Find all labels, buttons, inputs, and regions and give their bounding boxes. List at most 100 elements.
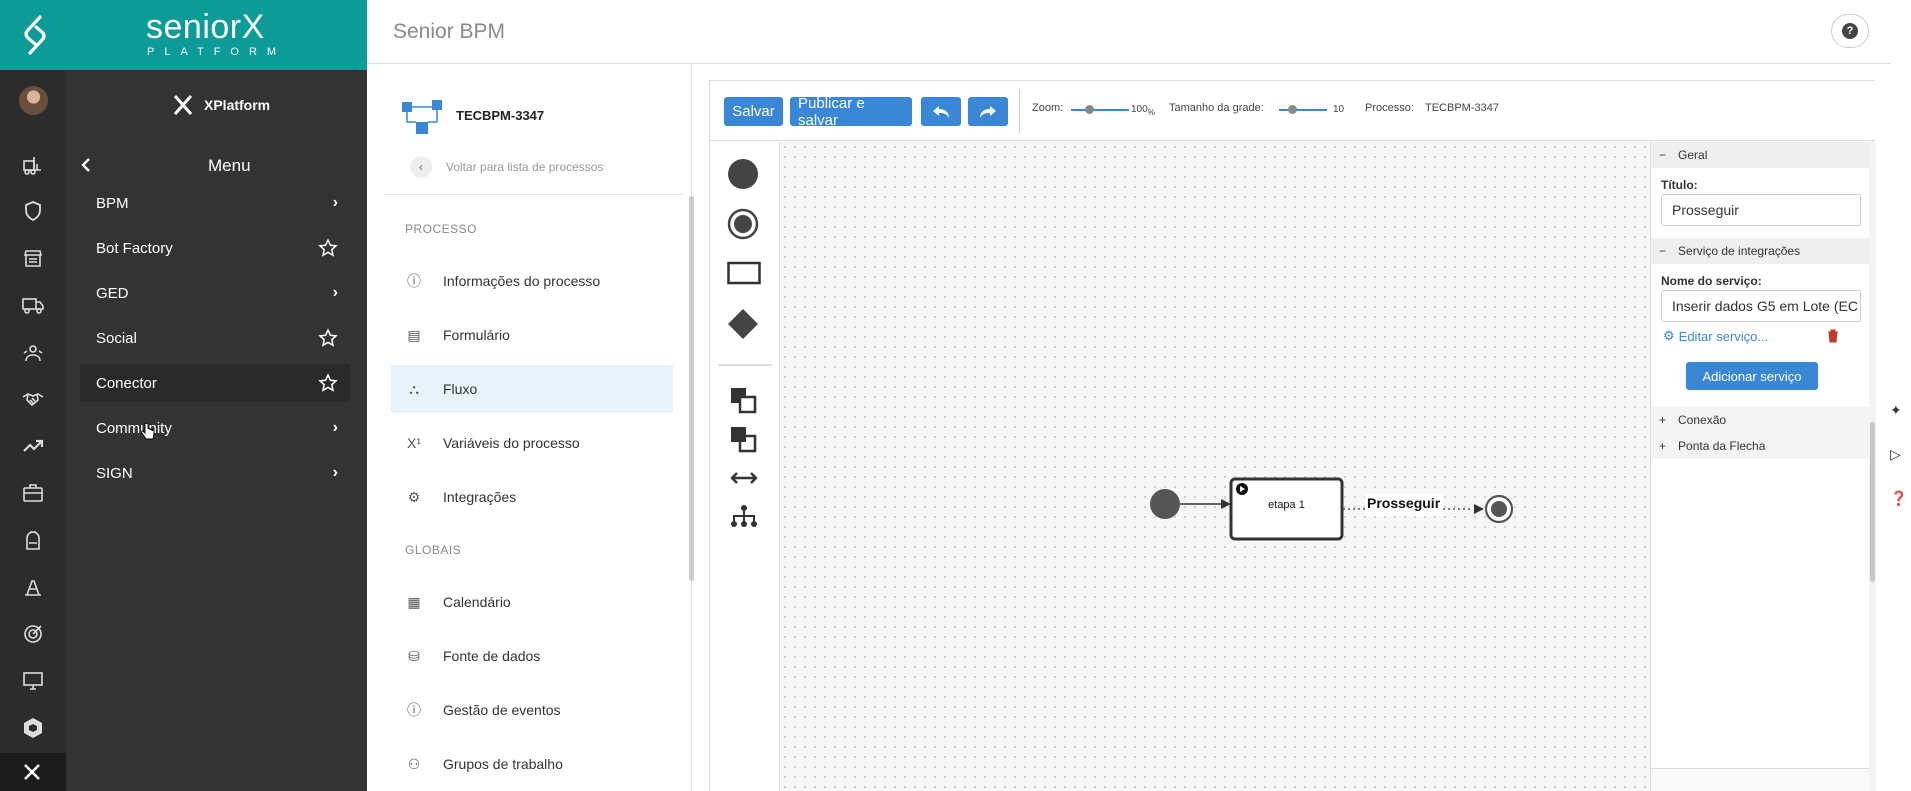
menu-item-community[interactable]: Community › — [80, 409, 350, 447]
senior-swirl-icon — [24, 15, 46, 55]
nav-item-formulario[interactable]: ▤ Formulário — [391, 311, 673, 359]
add-service-button[interactable]: Adicionar serviço — [1686, 362, 1818, 390]
trending-up-icon[interactable] — [20, 433, 46, 459]
hand-cursor-icon — [141, 422, 155, 440]
section-label: Serviço de integrações — [1678, 244, 1801, 258]
nav-item-integracoes[interactable]: ⚙ Integrações — [391, 473, 673, 521]
divider — [383, 194, 683, 195]
save-button[interactable]: Salvar — [724, 97, 783, 126]
menu-item-label: Social — [96, 329, 137, 347]
nav-item-fonte-dados[interactable]: ⛁ Fonte de dados — [391, 632, 673, 680]
end-event-icon[interactable] — [727, 208, 759, 240]
gears-icon: ⚙ — [407, 488, 421, 505]
hierarchy-icon[interactable] — [730, 504, 758, 528]
edit-service-link[interactable]: ⚙ Editar serviço... — [1663, 328, 1768, 344]
properties-scrollbar[interactable] — [1869, 142, 1876, 791]
sparkle-icon[interactable]: ✦ — [1890, 402, 1902, 419]
forklift-icon[interactable] — [20, 152, 46, 178]
process-id: TECBPM-3347 — [456, 108, 545, 123]
star-icon[interactable] — [318, 328, 338, 348]
trash-icon[interactable] — [1827, 329, 1839, 343]
menu-item-ged[interactable]: GED › — [80, 274, 350, 312]
title-input[interactable]: Prosseguir — [1661, 194, 1861, 226]
grid-size-knob[interactable] — [1288, 105, 1297, 114]
section-ponta-flecha[interactable]: + Ponta da Flecha — [1651, 433, 1869, 459]
flow-icon: ⛬ — [409, 380, 419, 397]
avatar[interactable] — [19, 86, 48, 115]
truck-icon[interactable] — [20, 292, 46, 318]
nav-item-calendario[interactable]: ▦ Calendário — [391, 578, 673, 626]
briefcase-icon[interactable] — [20, 480, 46, 506]
section-integration-service[interactable]: − Serviço de integrações — [1651, 238, 1869, 264]
brand-header: seniorX PLATFORM — [0, 0, 367, 70]
arrowhead — [1474, 504, 1484, 514]
section-geral[interactable]: − Geral — [1651, 142, 1869, 168]
info-icon: ⓘ — [407, 273, 421, 289]
help-button[interactable]: ? — [1831, 14, 1869, 48]
undo-button[interactable] — [921, 97, 961, 126]
flow-diagram-icon — [402, 100, 442, 134]
properties-panel: − Geral Título: Prosseguir − Serviço de in… — [1650, 142, 1876, 791]
x-platform-button[interactable] — [0, 753, 66, 791]
start-event-icon[interactable] — [727, 158, 759, 190]
zoom-slider[interactable] — [1071, 109, 1129, 111]
gateway-icon[interactable] — [727, 308, 759, 340]
menu-title: Menu — [208, 156, 251, 175]
alert-icon: ⓘ — [407, 702, 421, 718]
main-menu: XPlatform Menu BPM › Bot Factory GED › Soc… — [66, 70, 367, 791]
bring-front-icon[interactable] — [730, 387, 758, 415]
star-icon[interactable] — [318, 373, 338, 393]
menu-item-social[interactable]: Social — [80, 319, 350, 357]
start-event-node[interactable] — [1150, 489, 1180, 519]
flow-editor: Salvar Publicar e salvar Zoom: 100% Tama… — [709, 80, 1876, 791]
task-shape-icon[interactable] — [727, 261, 761, 285]
people-badge-icon[interactable] — [20, 340, 46, 366]
handshake-icon[interactable] — [20, 386, 46, 412]
nav-item-info[interactable]: ⓘ Informações do processo — [391, 257, 673, 305]
menu-back-icon[interactable] — [80, 156, 92, 177]
nav-label: Gestão de eventos — [443, 702, 561, 718]
star-icon[interactable] — [318, 238, 338, 258]
page-title: Senior BPM — [393, 20, 506, 43]
publish-save-button[interactable]: Publicar e salvar — [790, 95, 912, 129]
engineer-icon[interactable] — [20, 574, 46, 600]
cube-icon[interactable] — [20, 715, 46, 741]
shield-icon[interactable] — [20, 198, 46, 224]
nav-item-grupos[interactable]: ⚇ Grupos de trabalho — [391, 740, 673, 788]
help-icon: ? — [1842, 23, 1858, 39]
menu-item-bpm[interactable]: BPM › — [80, 184, 350, 222]
editor-toolbar: Salvar Publicar e salvar Zoom: 100% Tama… — [710, 81, 1875, 141]
section-label: Geral — [1678, 148, 1708, 162]
sidebar-scrollbar[interactable] — [689, 196, 694, 581]
nav-item-eventos[interactable]: ⓘ Gestão de eventos — [391, 686, 673, 734]
horizontal-align-icon[interactable] — [730, 470, 758, 486]
shape-palette — [710, 142, 780, 791]
nav-item-fluxo[interactable]: ⛬ Fluxo — [391, 365, 673, 413]
back-to-processes-link[interactable]: ‹ Voltar para lista de processos — [410, 156, 603, 178]
monitor-icon[interactable] — [20, 668, 46, 694]
store-icon[interactable] — [20, 245, 46, 271]
service-name-input[interactable]: Inserir dados G5 em Lote (EC — [1661, 290, 1861, 322]
send-icon[interactable]: ▷ — [1890, 446, 1901, 463]
section-conexao[interactable]: + Conexão — [1651, 407, 1869, 433]
target-icon[interactable] — [20, 621, 46, 647]
redo-button[interactable] — [968, 97, 1008, 126]
xplatform-label: XPlatform — [204, 97, 271, 113]
database-icon: ⛁ — [408, 647, 420, 664]
backpack-icon[interactable] — [20, 527, 46, 553]
diagram-canvas[interactable]: etapa 1 Prosseguir — [780, 142, 1650, 791]
nav-item-variaveis[interactable]: X¹ Variáveis do processo — [391, 419, 673, 467]
nav-label: Grupos de trabalho — [443, 756, 563, 772]
zoom-slider-knob[interactable] — [1085, 105, 1094, 114]
palette-divider — [718, 364, 772, 366]
grid-size-slider[interactable] — [1279, 109, 1327, 111]
group-icon: ⚇ — [407, 755, 421, 772]
send-back-icon[interactable] — [730, 426, 758, 454]
chevron-left-icon: ‹ — [410, 156, 432, 178]
menu-item-bot-factory[interactable]: Bot Factory — [80, 229, 350, 267]
menu-item-sign[interactable]: SIGN › — [80, 454, 350, 492]
zoom-value: 100% — [1131, 104, 1155, 117]
menu-item-conector[interactable]: Conector — [80, 364, 350, 402]
help-edge-icon[interactable]: ❓ — [1890, 490, 1907, 507]
nav-label: Variáveis do processo — [443, 435, 580, 451]
